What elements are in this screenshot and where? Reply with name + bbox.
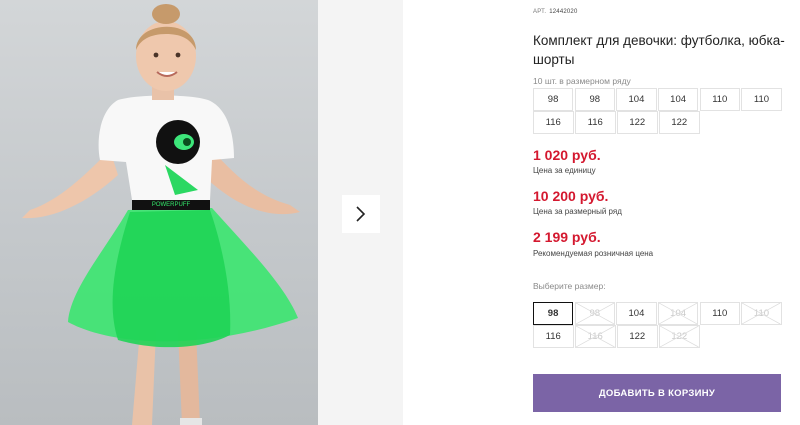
size-row-line: 116 116 122 122 <box>533 111 783 134</box>
size-option-98-disabled: 98 <box>574 302 615 325</box>
price-unit: 1 020 руб. <box>533 147 601 163</box>
size-row-grid: 98 98 104 104 110 110 116 116 122 122 <box>533 88 783 134</box>
size-option-98-selected[interactable]: 98 <box>533 302 574 325</box>
size-row-caption: 10 шт. в размерном ряду <box>533 76 631 86</box>
size-row-cell: 122 <box>659 111 700 134</box>
size-option-122-disabled: 122 <box>659 325 700 348</box>
unavailable-cross-icon <box>659 303 698 324</box>
size-option-label: 110 <box>712 308 728 319</box>
size-row-cell: 110 <box>699 88 740 111</box>
unavailable-cross-icon <box>742 303 781 324</box>
chevron-right-icon <box>356 206 366 222</box>
product-photo[interactable]: POWERPUFF <box>0 0 318 425</box>
gallery-next-button[interactable] <box>342 195 380 233</box>
size-option-label: 122 <box>629 331 646 342</box>
article-label: АРТ. <box>533 9 547 15</box>
unavailable-cross-icon <box>576 326 615 347</box>
choose-size-caption: Выберите размер: <box>533 281 606 291</box>
size-row-cell: 98 <box>533 88 574 111</box>
price-unit-label: Цена за единицу <box>533 166 596 175</box>
size-row-cell: 116 <box>575 111 616 134</box>
size-row-cell: 122 <box>617 111 658 134</box>
size-option-label: 104 <box>628 308 645 319</box>
add-to-cart-button[interactable]: ДОБАВИТЬ В КОРЗИНУ <box>533 374 781 412</box>
svg-text:POWERPUFF: POWERPUFF <box>152 202 191 208</box>
size-row-cell: 104 <box>616 88 657 111</box>
article-number: 12442020 <box>549 9 578 15</box>
size-picker-line: 116 116 122 122 <box>533 325 783 348</box>
size-option-label: 98 <box>547 308 559 319</box>
price-row-label: Цена за размерный ряд <box>533 207 622 216</box>
size-option-110-disabled: 110 <box>741 302 782 325</box>
unavailable-cross-icon <box>575 303 614 324</box>
size-picker-line: 98 98 104 104 110 110 <box>533 302 783 325</box>
product-gallery: POWERPUFF <box>0 0 318 425</box>
size-row-cell: 110 <box>741 88 782 111</box>
size-option-116-disabled: 116 <box>575 325 616 348</box>
size-option-122-available[interactable]: 122 <box>617 325 658 348</box>
product-title: Комплект для девочки: футболка, юбка-шор… <box>533 33 785 67</box>
size-option-116-available[interactable]: 116 <box>533 325 574 348</box>
size-option-104-disabled: 104 <box>658 302 699 325</box>
size-row-line: 98 98 104 104 110 110 <box>533 88 783 111</box>
size-option-label: 116 <box>545 331 561 342</box>
size-row-cell: 104 <box>658 88 699 111</box>
unavailable-cross-icon <box>660 326 699 347</box>
price-retail: 2 199 руб. <box>533 229 601 245</box>
size-picker: 98 98 104 104 110 110 116 116 122 122 <box>533 302 783 348</box>
size-option-104-available[interactable]: 104 <box>616 302 657 325</box>
size-option-110-available[interactable]: 110 <box>699 302 740 325</box>
size-row-cell: 98 <box>574 88 615 111</box>
price-row: 10 200 руб. <box>533 188 609 204</box>
size-row-cell: 116 <box>533 111 574 134</box>
product-info: АРТ. 12442020 Комплект для девочки: футбо… <box>533 0 793 425</box>
article-line: АРТ. 12442020 <box>533 9 578 15</box>
price-retail-label: Рекомендуемая розничная цена <box>533 249 654 258</box>
